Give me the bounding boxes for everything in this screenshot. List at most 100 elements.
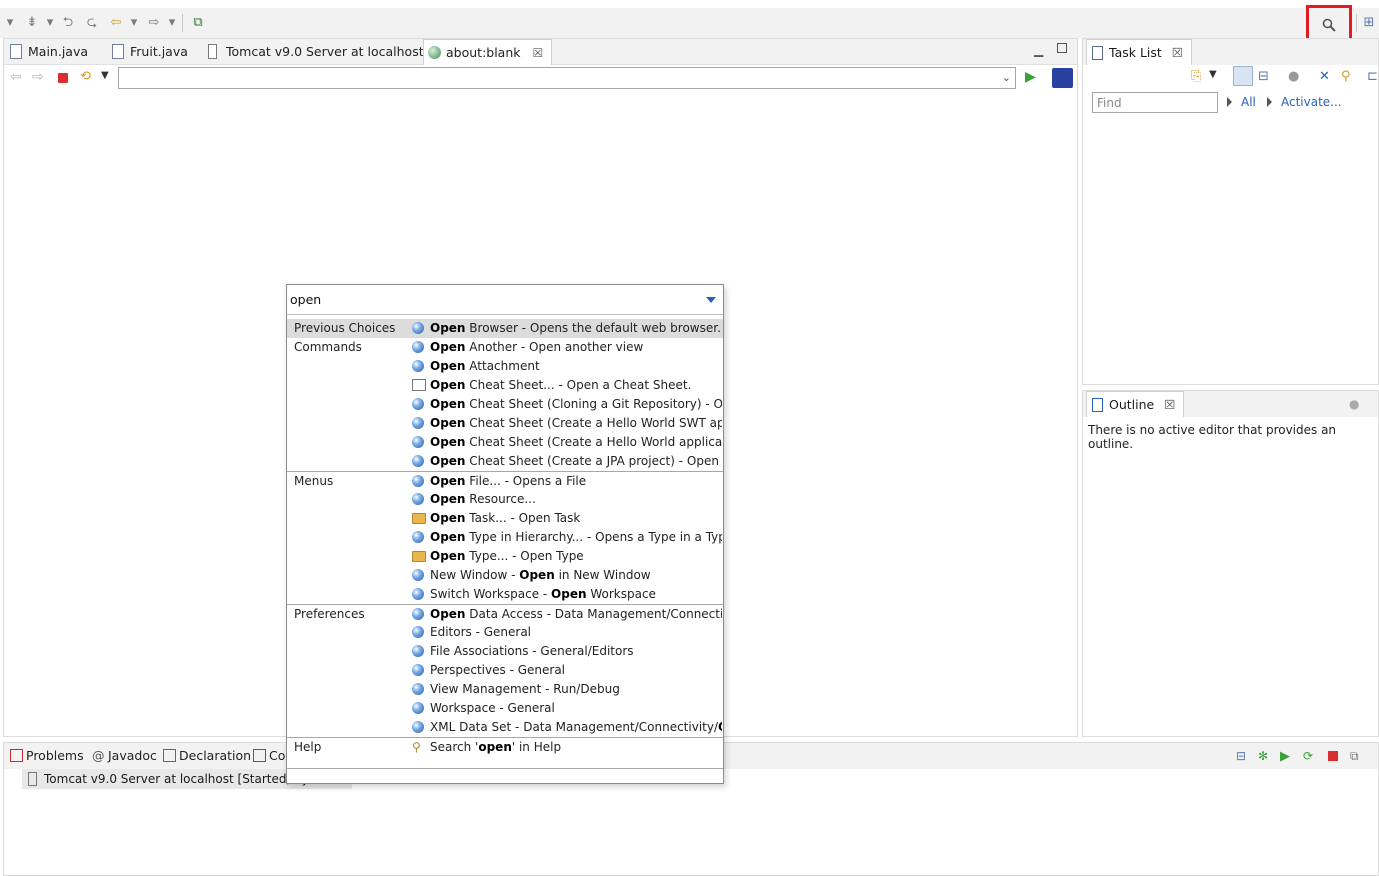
quick-access-result-row[interactable]: File Associations - General/Editors [287,642,723,661]
activate-link[interactable]: Activate... [1281,95,1342,109]
task-find-input[interactable] [1092,92,1218,113]
chevron-down-icon[interactable]: ⌄ [1002,71,1011,84]
tab-console[interactable]: Co [251,743,285,769]
url-field[interactable]: ⌄ [118,67,1016,89]
quick-access-result-row[interactable]: Switch Workspace - Open Workspace [287,585,723,604]
quick-access-result-row[interactable]: Open Type in Hierarchy... - Opens a Type… [287,528,723,547]
quick-access-result-row[interactable]: Help ⚲ Search 'open' in Help [287,737,723,756]
result-category-label: Previous Choices [294,321,396,335]
tab-about-blank[interactable]: about:blank ☒ [423,39,553,65]
quick-access-result-row[interactable]: XML Data Set - Data Management/Connectiv… [287,718,723,737]
tab-problems[interactable]: Problems [8,743,84,769]
tab-task-list[interactable]: Task List ☒ [1086,39,1193,65]
result-text: Open Cheat Sheet (Cloning a Git Reposito… [430,395,722,414]
forward-arrow-icon[interactable]: ⇨ [146,15,162,31]
quick-access-result-row[interactable]: Open Task... - Open Task [287,509,723,528]
hide-completed-icon[interactable]: ✕ [1319,69,1330,84]
scheduled-view-icon[interactable]: ⊟ [1258,69,1269,84]
command-icon [412,436,424,448]
last-edit-back-icon[interactable]: ⮌ [60,15,76,31]
quick-access-result-row[interactable]: Menus Open File... - Opens a File [287,471,723,490]
result-text: XML Data Set - Data Management/Connectiv… [430,718,722,737]
dropdown-arrow-icon[interactable]: ▾ [42,15,58,31]
back-arrow-icon[interactable]: ⇦ [108,15,124,31]
quick-access-result-row[interactable]: Open Type... - Open Type [287,547,723,566]
result-text-suffix: Cheat Sheet (Cloning a Git Repository) -… [469,397,722,411]
quick-access-input[interactable] [287,285,723,315]
quick-access-result-row[interactable]: Open Cheat Sheet (Create a Hello World a… [287,433,723,452]
quick-access-result-row[interactable]: Editors - General [287,623,723,642]
result-text-prefix: XML Data Set - Data Management/Connectiv… [430,720,718,734]
dropdown-arrow-icon[interactable]: ▼ [1209,69,1217,80]
command-icon [412,341,424,353]
tab-declaration[interactable]: Declaration [161,743,251,769]
dropdown-arrow-icon[interactable]: ▾ [164,15,180,31]
tab-tomcat-server[interactable]: Tomcat v9.0 Server at localhost [204,39,424,65]
result-text-match: Open [430,474,466,488]
open-perspective-icon[interactable]: ⊞ [1361,15,1377,31]
result-text-match: Open [430,397,466,411]
tab-main-java[interactable]: Main.java [6,39,88,65]
expand-triangle-icon [1267,97,1272,107]
web-browser-menu-icon[interactable] [1052,68,1073,88]
quick-access-result-row[interactable]: New Window - Open in New Window [287,566,723,585]
new-task-icon[interactable]: ⎘ [1191,69,1201,84]
close-tab-icon[interactable]: ☒ [533,46,544,60]
quick-access-result-row[interactable]: Open Cheat Sheet... - Open a Cheat Sheet… [287,376,723,395]
quick-access-result-row[interactable]: Perspectives - General [287,661,723,680]
command-icon [412,683,424,695]
collapse-all-icon[interactable]: ⊟ [1236,749,1246,763]
server-icon [28,772,37,786]
result-text-suffix: Cheat Sheet (Create a JPA project) - Ope… [465,454,722,468]
quick-access-result-row[interactable]: Previous Choices Open Browser - Opens the… [287,319,723,338]
profile-icon[interactable]: ⟳ [1303,749,1313,763]
stop-server-icon[interactable] [1328,751,1338,761]
next-annotation-icon[interactable]: ⇟ [24,15,40,31]
result-text-suffix: Another - Open another view [465,340,644,354]
dropdown-arrow-icon[interactable]: ▾ [2,15,18,31]
close-tab-icon[interactable]: ☒ [1172,45,1183,60]
refresh-icon[interactable]: ⟲ [80,69,91,84]
debug-icon[interactable]: ✻ [1258,749,1268,763]
go-icon[interactable]: ▶ [1025,69,1036,85]
close-tab-icon[interactable]: ☒ [1164,397,1175,412]
tab-fruit-java[interactable]: Fruit.java [108,39,188,65]
tab-javadoc[interactable]: @ Javadoc [90,743,157,769]
quick-access-result-row[interactable]: Open Cheat Sheet (Create a Hello World S… [287,414,723,433]
quick-access-result-row[interactable]: Open Attachment [287,357,723,376]
start-server-icon[interactable]: ▶ [1280,749,1290,764]
pin-editor-icon[interactable]: ⧉ [190,15,206,31]
quick-access-result-row[interactable]: View Management - Run/Debug [287,680,723,699]
toolbar-separator [182,14,183,32]
minimize-icon[interactable]: ▁ [1034,43,1043,57]
all-filter-link[interactable]: All [1241,95,1256,109]
search-icon [1322,18,1336,32]
dropdown-arrow-icon[interactable]: ▾ [126,15,142,31]
maximize-icon[interactable] [1057,43,1067,53]
result-text: Open Cheat Sheet (Create a JPA project) … [430,452,722,471]
outline-empty-message: There is no active editor that provides … [1088,423,1337,451]
declaration-icon [163,749,176,762]
quick-access-result-row[interactable]: Preferences Open Data Access - Data Manag… [287,604,723,623]
view-menu-icon[interactable]: ⊏ [1367,69,1378,84]
browser-back-icon[interactable]: ⇦ [10,69,22,85]
focus-workweek-icon[interactable]: ● [1288,69,1299,84]
collapse-icon[interactable]: ⚲ [1341,69,1351,84]
quick-access-result-row[interactable]: Open Cheat Sheet (Create a JPA project) … [287,452,723,471]
quick-access-result-row[interactable]: Workspace - General [287,699,723,718]
quick-access-result-row[interactable]: Commands Open Another - Open another view [287,338,723,357]
result-text-suffix: Resource... [465,492,536,506]
last-edit-forward-icon[interactable]: ⮎ [84,15,100,31]
chevron-down-icon[interactable] [706,297,716,303]
dropdown-arrow-icon[interactable]: ▼ [101,70,109,81]
categorized-view-icon[interactable] [1233,66,1253,86]
tab-outline[interactable]: Outline ☒ [1086,391,1185,417]
publish-icon[interactable]: ⧉ [1350,749,1359,764]
quick-access-result-row[interactable]: Open Cheat Sheet (Cloning a Git Reposito… [287,395,723,414]
command-icon [412,493,424,505]
quick-access-result-row[interactable]: Open Resource... [287,490,723,509]
browser-forward-icon[interactable]: ⇨ [32,69,44,85]
focus-icon[interactable]: ● [1349,397,1359,411]
stop-icon[interactable] [58,73,68,83]
command-icon [412,569,424,581]
